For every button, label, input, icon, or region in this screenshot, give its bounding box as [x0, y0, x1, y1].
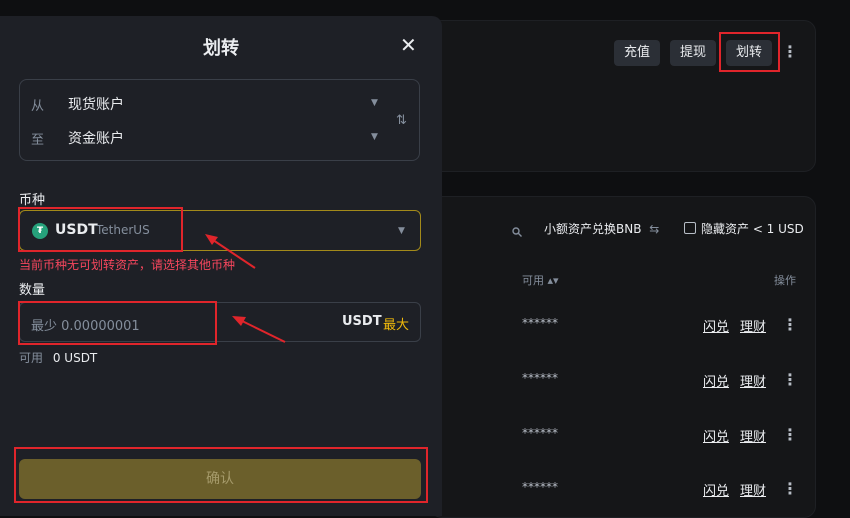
amount-field: 最少 0.00000001 USDT 最大	[19, 302, 421, 342]
swap-icon: ⇆	[649, 222, 660, 236]
row-2-available: ******	[522, 371, 558, 385]
coin-symbol: USDT	[55, 222, 98, 238]
row-4-convert-link[interactable]: 闪兑	[703, 480, 729, 499]
column-actions: 操作	[774, 274, 796, 287]
small-asset-convert-link[interactable]: 小额资产兑换BNB ⇆	[544, 220, 659, 237]
row-4-earn-link[interactable]: 理财	[740, 480, 766, 499]
row-3-available: ******	[522, 426, 558, 440]
withdraw-button[interactable]: 提现	[670, 40, 717, 66]
column-available-label: 可用	[522, 274, 544, 287]
transfer-button[interactable]: 划转	[726, 40, 773, 66]
from-account-select[interactable]: 现货账户	[68, 94, 124, 114]
coin-dropdown-icon: ▼	[398, 226, 405, 236]
row-1-earn-link[interactable]: 理财	[740, 316, 766, 335]
row-3-more-icon[interactable]: ⋮	[782, 427, 798, 443]
max-button[interactable]: 最大	[383, 314, 409, 333]
transfer-modal: 划转 ✕ 从 现货账户 ▼ 至 资金账户 ▼ ⇅ 币种 ₮ USDT Tethe…	[0, 16, 442, 516]
swap-vertical-icon[interactable]: ⇅	[396, 113, 407, 128]
available-value: 0 USDT	[52, 351, 98, 365]
tether-icon: ₮	[32, 223, 48, 239]
row-3-earn-link[interactable]: 理财	[740, 426, 766, 445]
confirm-button[interactable]: 确认	[19, 459, 421, 499]
amount-unit: USDT	[342, 314, 382, 329]
amount-label: 数量	[19, 283, 46, 298]
close-icon[interactable]: ✕	[400, 33, 417, 57]
row-4-more-icon[interactable]: ⋮	[782, 481, 798, 497]
from-label: 从	[31, 99, 45, 114]
row-2-convert-link[interactable]: 闪兑	[703, 371, 729, 390]
column-available[interactable]: 可用 ▴▾	[522, 272, 559, 288]
row-3-convert-link[interactable]: 闪兑	[703, 426, 729, 445]
amount-input[interactable]: 最少 0.00000001	[31, 315, 140, 334]
row-1-available: ******	[522, 316, 558, 330]
assets-card	[430, 196, 816, 518]
coin-name: TetherUS	[96, 223, 150, 237]
hide-small-assets-checkbox[interactable]	[684, 222, 696, 234]
available-label: 可用	[19, 351, 44, 365]
sort-icon: ▴▾	[547, 274, 559, 287]
coin-select[interactable]: ₮ USDT TetherUS ▼	[19, 210, 421, 251]
to-dropdown-icon[interactable]: ▼	[371, 132, 378, 142]
more-options-icon[interactable]: ⋮	[782, 44, 798, 60]
row-2-more-icon[interactable]: ⋮	[782, 372, 798, 388]
row-1-convert-link[interactable]: 闪兑	[703, 316, 729, 335]
row-1-more-icon[interactable]: ⋮	[782, 317, 798, 333]
to-account-select[interactable]: 资金账户	[68, 128, 124, 148]
from-dropdown-icon[interactable]: ▼	[371, 98, 378, 108]
small-asset-convert-label: 小额资产兑换BNB	[544, 222, 642, 236]
coin-label: 币种	[19, 193, 46, 208]
search-icon[interactable]	[512, 222, 522, 237]
to-label: 至	[31, 133, 45, 148]
account-selector: 从 现货账户 ▼ 至 资金账户 ▼ ⇅	[19, 79, 420, 161]
available-balance: 可用 0 USDT	[19, 349, 97, 366]
error-message: 当前币种无可划转资产，请选择其他币种	[19, 258, 236, 272]
row-4-available: ******	[522, 480, 558, 494]
deposit-button[interactable]: 充值	[614, 40, 661, 66]
row-2-earn-link[interactable]: 理财	[740, 371, 766, 390]
hide-small-assets-label: 隐藏资产 < 1 USD	[701, 222, 804, 236]
modal-title: 划转	[203, 38, 239, 59]
